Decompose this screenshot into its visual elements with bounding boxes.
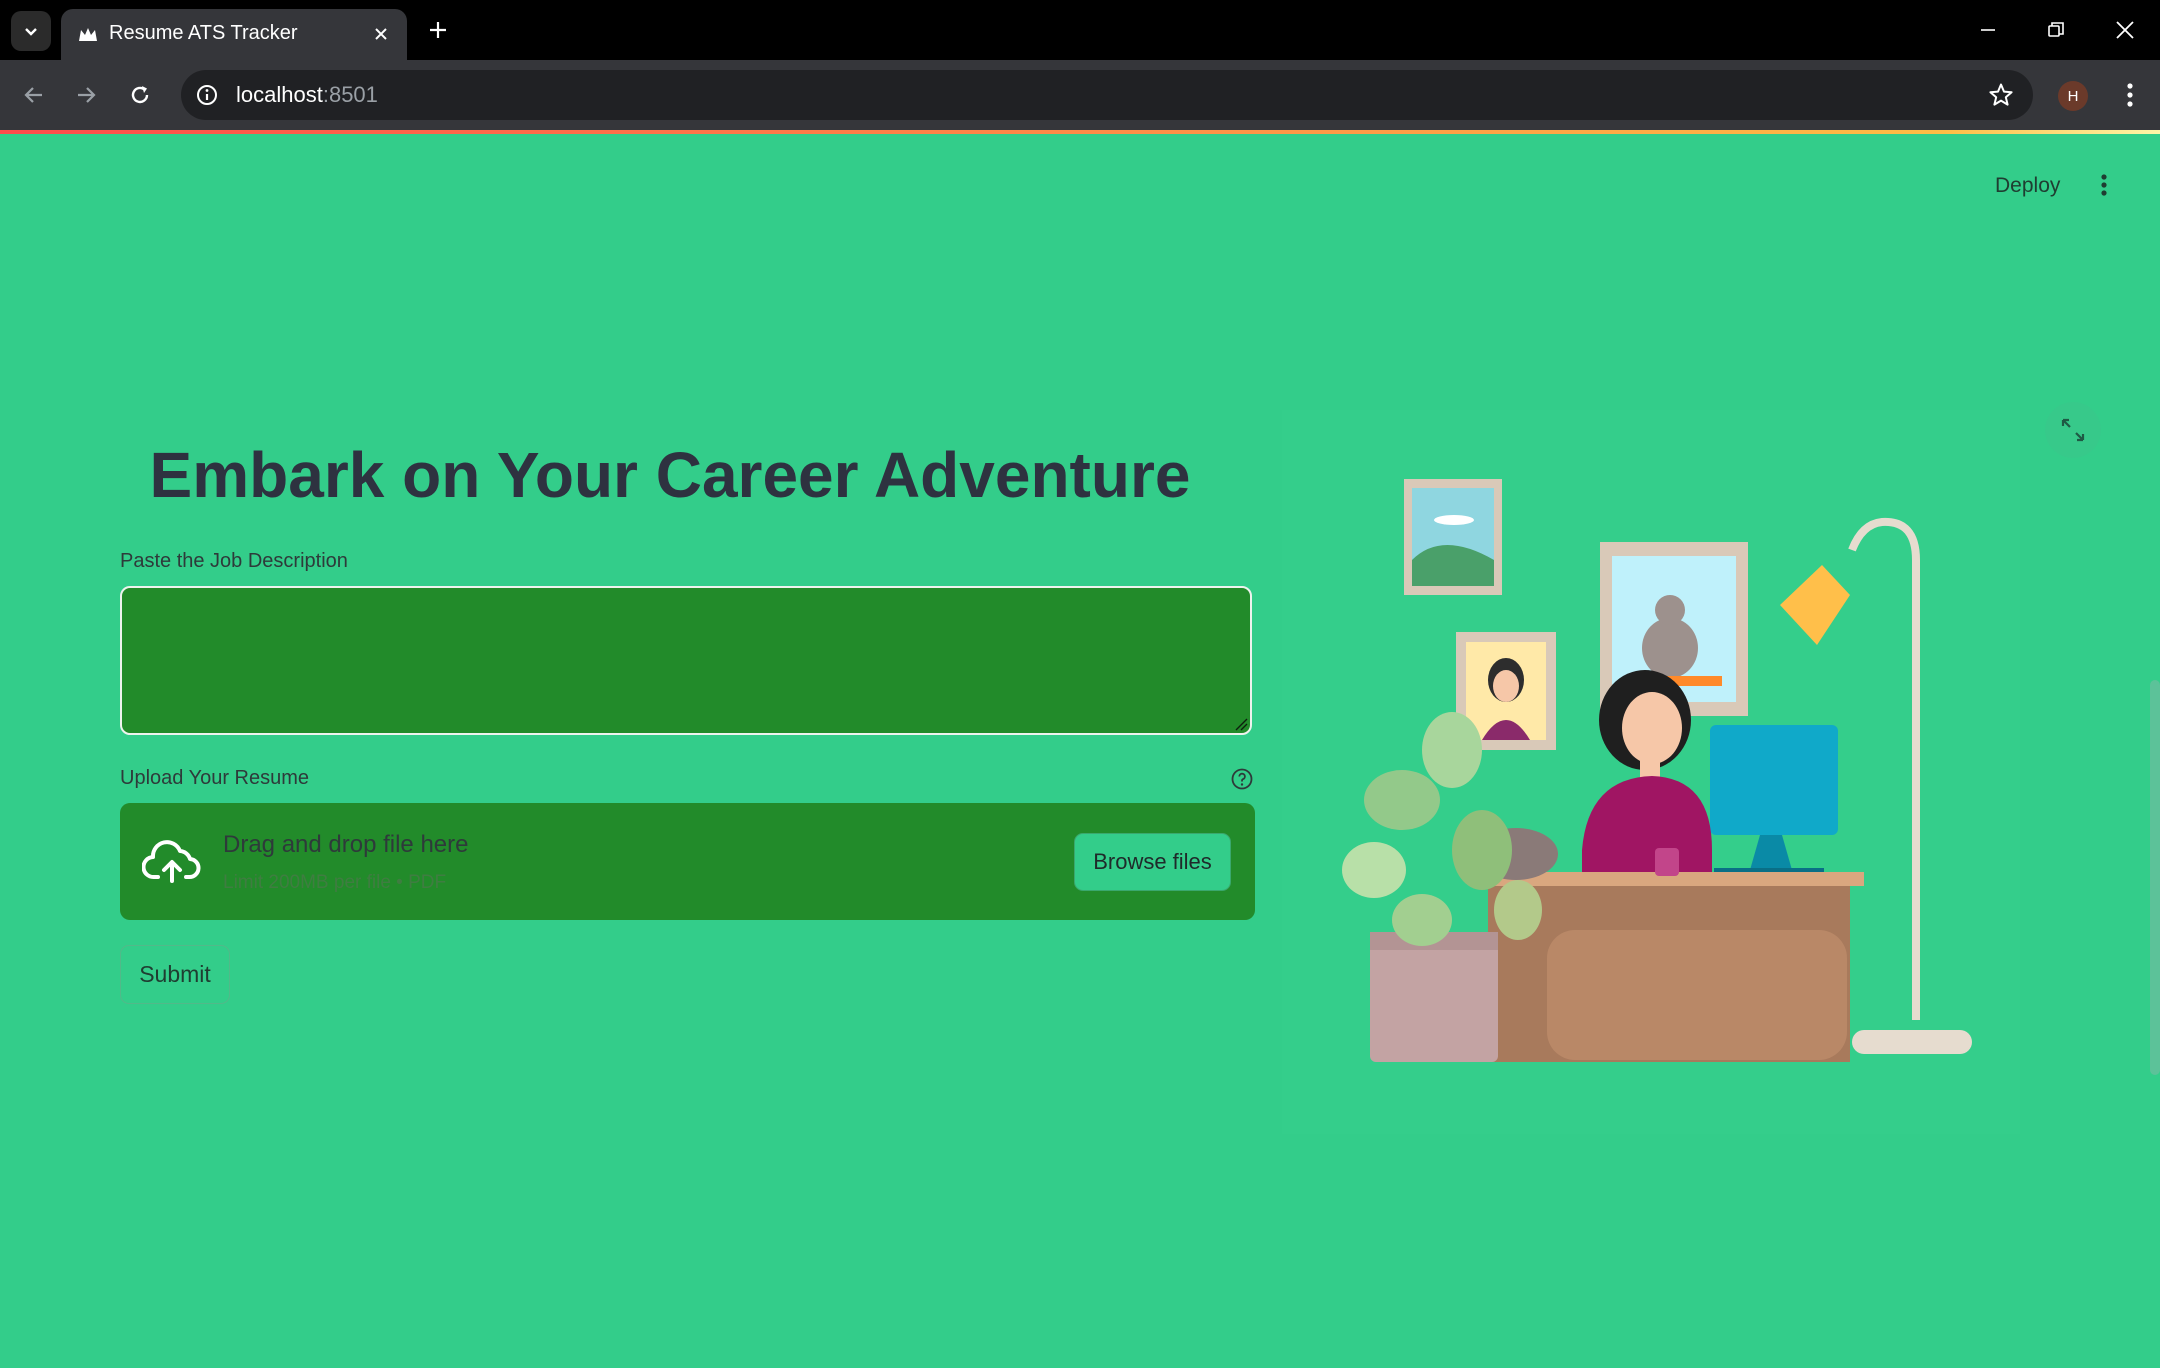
kebab-menu-icon [2101, 174, 2107, 196]
tab-search-button[interactable] [11, 11, 51, 51]
window-close-button[interactable] [2103, 8, 2147, 52]
app-main-menu-button[interactable] [2088, 166, 2120, 204]
page-scrollbar[interactable] [2150, 680, 2160, 1075]
profile-avatar[interactable]: H [2058, 81, 2088, 111]
url-port: :8501 [322, 82, 378, 107]
back-arrow-icon [24, 87, 42, 103]
reload-icon [131, 86, 149, 104]
restore-icon [2048, 22, 2064, 37]
browser-toolbar: localhost:8501 H [0, 60, 2160, 130]
job-description-label: Paste the Job Description [120, 550, 348, 572]
woman-at-desk-illustration [1342, 479, 1972, 1062]
plus-icon [430, 22, 446, 38]
page-title: Embark on Your Career Adventure [149, 439, 1191, 511]
browser-tab-bar: Resume ATS Tracker [0, 0, 2160, 60]
back-button[interactable] [14, 75, 54, 115]
tab-close-button[interactable] [369, 22, 393, 46]
site-info-button[interactable] [193, 81, 221, 109]
deploy-button[interactable]: Deploy [1985, 168, 2070, 204]
star-icon [1989, 83, 2013, 106]
fullscreen-button[interactable] [2045, 402, 2101, 458]
tab-title: Resume ATS Tracker [109, 22, 298, 44]
url-text: localhost:8501 [236, 82, 378, 108]
submit-button[interactable]: Submit [120, 945, 230, 1004]
header-decoration [0, 130, 2160, 134]
new-tab-button[interactable] [420, 12, 456, 48]
browser-tab-active[interactable]: Resume ATS Tracker [61, 9, 407, 60]
restore-button[interactable] [2034, 8, 2078, 52]
dropzone-limit-text: Limit 200MB per file • PDF [223, 872, 447, 893]
forward-button[interactable] [66, 75, 106, 115]
resume-upload-label: Upload Your Resume [120, 767, 310, 789]
url-host: localhost [236, 82, 323, 107]
minimize-icon [1981, 29, 1995, 31]
forward-arrow-icon [78, 87, 96, 103]
reload-button[interactable] [120, 75, 160, 115]
bookmark-button[interactable] [1987, 81, 2015, 109]
browse-files-button[interactable]: Browse files [1074, 833, 1231, 891]
close-icon [375, 28, 387, 40]
close-icon [2116, 21, 2134, 39]
resize-grip-icon[interactable] [1234, 717, 1248, 731]
crown-favicon-icon [79, 28, 97, 41]
dropzone-title: Drag and drop file here [223, 831, 469, 858]
minimize-button[interactable] [1966, 8, 2010, 52]
file-dropzone[interactable]: Drag and drop file here Limit 200MB per … [120, 803, 1255, 920]
job-description-textarea[interactable] [120, 586, 1252, 735]
career-illustration [1282, 410, 2020, 1134]
help-circle-icon[interactable] [1230, 767, 1254, 791]
fullscreen-icon [2061, 418, 2085, 442]
cloud-upload-icon [142, 840, 201, 883]
info-icon [197, 85, 217, 105]
address-bar[interactable]: localhost:8501 [181, 70, 2033, 120]
kebab-menu-icon [2127, 83, 2133, 107]
chevron-down-icon [25, 28, 37, 36]
browser-menu-button[interactable] [2110, 75, 2150, 115]
